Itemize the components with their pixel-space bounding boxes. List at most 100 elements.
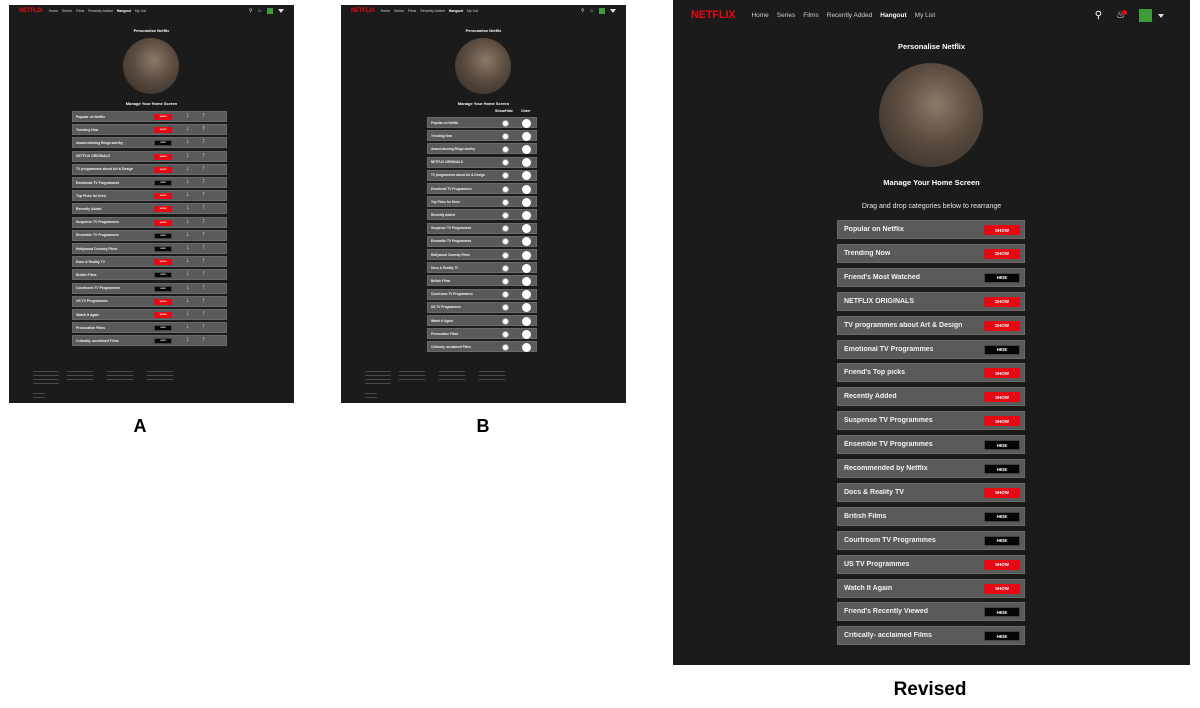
category-row[interactable]: Award-winning Binge-worthy [427,143,537,155]
category-row[interactable]: Docs & Reality TV SHOW [837,482,1025,502]
category-row[interactable]: Award-winning Binge-worthy HIDE ↓ ↑ [72,137,227,149]
netflix-logo[interactable]: NETFLIX [691,9,736,21]
toggle-button[interactable]: SHOW [984,296,1020,307]
toggle-button[interactable]: SHOW [154,127,172,134]
toggle-button[interactable]: HIDE [154,180,172,186]
category-row[interactable]: US TV Programmes [427,301,537,313]
toggle-button[interactable]: SHOW [154,166,172,173]
nav-link-hangout[interactable]: Hangout [449,9,463,13]
move-up-icon[interactable]: ↑ [202,112,206,119]
nav-link-films[interactable]: Films [803,12,819,19]
nav-link-films[interactable]: Films [408,9,416,13]
reorder-handle-icon[interactable] [522,158,531,168]
caret-down-icon[interactable] [610,9,616,13]
bell-icon[interactable]: ♨ [590,8,594,14]
category-row[interactable]: Top Picks for Drew [427,196,537,208]
move-down-icon[interactable]: ↓ [186,257,190,264]
move-up-icon[interactable]: ↑ [202,310,206,317]
category-row[interactable]: Friend's Most Watched HIDE [837,267,1025,287]
toggle-button[interactable]: SHOW [984,320,1020,331]
move-down-icon[interactable]: ↓ [186,152,190,159]
category-row[interactable]: Recently Added SHOW [837,387,1025,407]
category-row[interactable]: Provocative Films HIDE ↓ ↑ [72,322,227,334]
category-row[interactable]: Emotional TV Programmes [427,183,537,194]
reorder-handle-icon[interactable] [522,184,531,194]
move-up-icon[interactable]: ↑ [202,152,206,159]
show-hide-toggle[interactable] [502,159,509,167]
profile-avatar[interactable] [1139,9,1152,22]
reorder-handle-icon[interactable] [522,276,531,286]
category-row[interactable]: Popular on Netflix [427,117,537,128]
profile-avatar[interactable] [599,8,605,14]
toggle-button[interactable]: SHOW [984,416,1020,427]
reorder-handle-icon[interactable] [522,171,531,181]
category-row[interactable]: Courtroom TV Programmes HIDE [837,530,1025,550]
category-row[interactable]: Watch It Again [427,315,537,326]
category-row[interactable]: US TV Programmes SHOW [837,554,1025,574]
category-row[interactable]: Watch It Again SHOW ↓ ↑ [72,309,227,320]
search-icon[interactable]: ⚲ [581,8,585,14]
toggle-button[interactable]: HIDE [154,140,172,147]
show-hide-toggle[interactable] [502,119,509,127]
category-row[interactable]: Recently Added [427,209,537,221]
nav-link-series[interactable]: Series [777,12,795,19]
category-row[interactable]: British Films HIDE [837,506,1025,526]
profile-avatar[interactable] [267,8,273,14]
category-row[interactable]: US TV Programmes SHOW ↓ ↑ [72,295,227,307]
category-row[interactable]: Suspense TV Programmes [427,222,537,234]
category-row[interactable]: Ensemble TV Programmes HIDE [837,435,1025,455]
move-up-icon[interactable]: ↑ [202,204,206,211]
reorder-handle-icon[interactable] [522,263,531,273]
show-hide-toggle[interactable] [502,277,509,285]
nav-link-hangout[interactable]: Hangout [880,12,906,19]
toggle-button[interactable]: HIDE [154,338,172,345]
netflix-logo[interactable]: NETFLIX [351,8,375,14]
toggle-button[interactable]: SHOW [154,206,172,213]
toggle-button[interactable]: HIDE [984,535,1020,546]
category-row[interactable]: Courtroom TV Programmes HIDE ↓ ↑ [72,282,227,294]
toggle-button[interactable]: SHOW [984,487,1020,498]
toggle-button[interactable]: SHOW [984,248,1020,259]
reorder-handle-icon[interactable] [522,329,531,339]
move-up-icon[interactable]: ↑ [202,125,206,132]
category-row[interactable]: TV programmes about Art & Design [427,169,537,181]
toggle-button[interactable]: SHOW [154,114,172,120]
toggle-button[interactable]: HIDE [984,511,1020,522]
show-hide-toggle[interactable] [502,172,509,180]
category-row[interactable]: Docs & Reality TV SHOW ↓ ↑ [72,256,227,268]
toggle-button[interactable]: SHOW [154,298,172,305]
category-row[interactable]: Emotional TV Programmes HIDE [837,339,1025,359]
toggle-button[interactable]: SHOW [154,312,172,318]
reorder-handle-icon[interactable] [522,342,531,352]
move-up-icon[interactable]: ↑ [202,138,206,145]
bell-icon[interactable]: ♨ [258,8,262,14]
move-up-icon[interactable]: ↑ [202,336,206,343]
show-hide-toggle[interactable] [502,264,509,272]
nav-link-hangout[interactable]: Hangout [117,9,131,13]
show-hide-toggle[interactable] [502,185,509,193]
toggle-button[interactable]: SHOW [154,219,172,226]
reorder-handle-icon[interactable] [522,290,531,300]
move-down-icon[interactable]: ↓ [186,310,190,317]
category-row[interactable]: Recommended by Netflix HIDE [837,459,1025,478]
category-row[interactable]: British Films [427,275,537,287]
category-row[interactable]: NETFLIX ORIGINALS SHOW ↓ ↑ [72,150,227,162]
show-hide-toggle[interactable] [502,211,509,219]
toggle-button[interactable]: HIDE [154,272,172,279]
toggle-button[interactable]: SHOW [984,225,1020,235]
category-row[interactable]: Ensemble TV Programmes [427,235,537,247]
category-row[interactable]: Courtroom TV Programmes [427,288,537,300]
move-down-icon[interactable]: ↓ [186,178,190,185]
move-down-icon[interactable]: ↓ [186,244,190,251]
show-hide-toggle[interactable] [502,145,509,153]
nav-link-my-list[interactable]: My List [135,9,146,13]
reorder-handle-icon[interactable] [522,237,531,247]
nav-link-recently-added[interactable]: Recently Added [420,9,445,13]
reorder-handle-icon[interactable] [522,131,531,141]
reorder-handle-icon[interactable] [522,250,531,260]
category-row[interactable]: Recently Added SHOW ↓ ↑ [72,203,227,215]
category-row[interactable]: Critically- acclaimed Films HIDE ↓ ↑ [72,335,227,347]
move-down-icon[interactable]: ↓ [186,191,190,198]
show-hide-toggle[interactable] [502,291,509,299]
reorder-handle-icon[interactable] [522,316,531,326]
